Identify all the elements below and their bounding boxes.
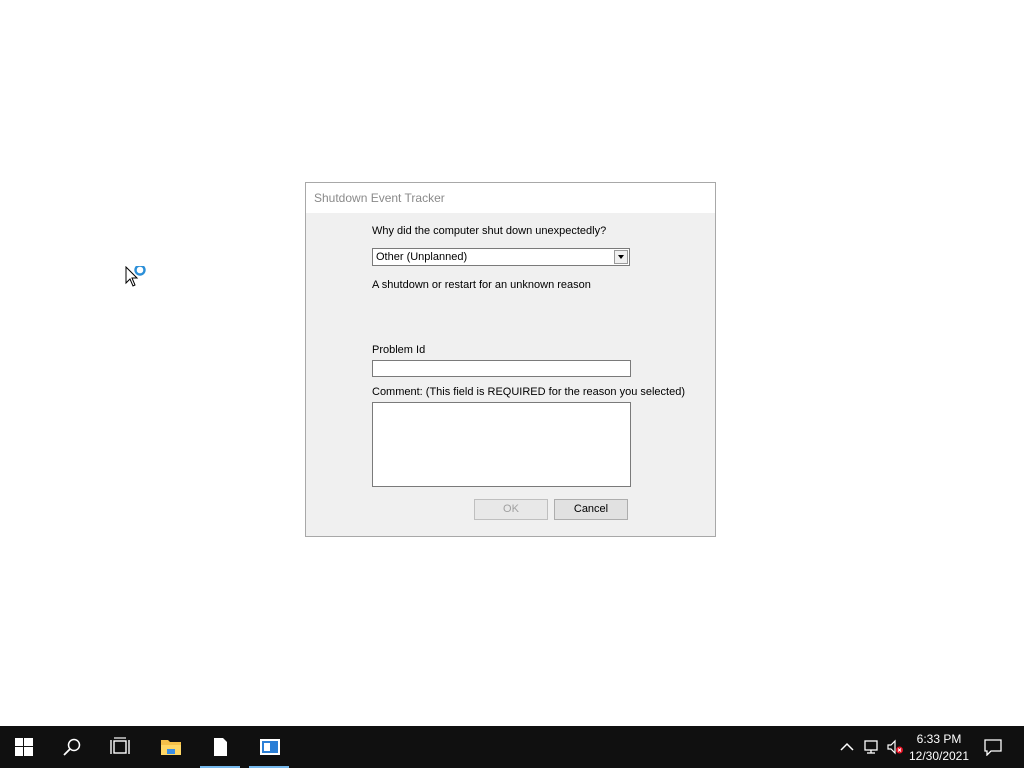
clock-date: 12/30/2021	[908, 749, 970, 763]
file-explorer-button[interactable]	[146, 726, 194, 768]
shutdown-tracker-button[interactable]	[245, 726, 293, 768]
cancel-button[interactable]: Cancel	[554, 499, 628, 520]
window-app-icon	[260, 739, 280, 755]
action-center-icon[interactable]	[983, 738, 1003, 756]
reason-dropdown-value: Other (Unplanned)	[376, 251, 468, 263]
comment-label: Comment: (This field is REQUIRED for the…	[372, 386, 686, 398]
volume-muted-icon[interactable]	[886, 739, 904, 755]
problem-id-field[interactable]	[372, 360, 631, 377]
clock-time: 6:33 PM	[916, 732, 962, 746]
reason-description: A shutdown or restart for an unknown rea…	[372, 279, 591, 291]
dialog-titlebar[interactable]: Shutdown Event Tracker	[306, 183, 715, 213]
task-view-button[interactable]	[96, 726, 144, 768]
chevron-up-icon[interactable]	[838, 739, 856, 755]
system-clock[interactable]: 6:33 PM 12/30/2021	[906, 731, 972, 765]
folder-icon	[161, 740, 181, 755]
problem-id-label: Problem Id	[372, 344, 426, 356]
search-icon	[63, 738, 81, 756]
comment-field[interactable]	[372, 402, 631, 487]
ok-button[interactable]: OK	[474, 499, 548, 520]
windows-logo-icon	[15, 738, 33, 756]
dialog-title: Shutdown Event Tracker	[314, 191, 445, 205]
task-view-icon	[110, 737, 130, 754]
dropdown-arrow-button[interactable]	[614, 250, 628, 264]
busy-cursor-icon	[125, 266, 146, 287]
chevron-down-icon	[618, 255, 624, 259]
notepad-button[interactable]	[196, 726, 244, 768]
network-icon[interactable]	[862, 739, 880, 755]
taskbar: 6:33 PM 12/30/2021	[0, 726, 1024, 768]
shutdown-event-tracker-dialog: Shutdown Event Tracker Why did the compu…	[305, 182, 716, 537]
search-button[interactable]	[48, 726, 96, 768]
question-label: Why did the computer shut down unexpecte…	[372, 225, 607, 237]
start-button[interactable]	[0, 726, 48, 768]
document-icon	[214, 738, 227, 756]
reason-dropdown[interactable]: Other (Unplanned)	[372, 248, 630, 266]
